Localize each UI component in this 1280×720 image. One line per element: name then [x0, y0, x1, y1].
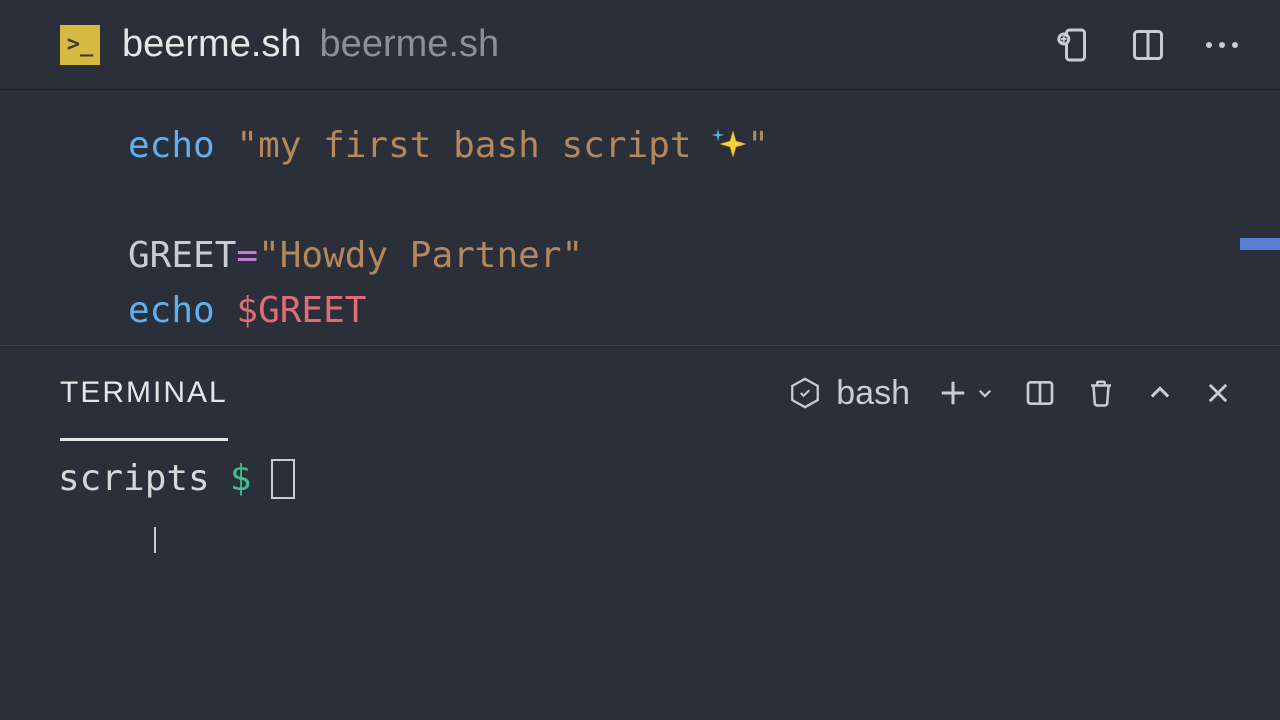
- shell-file-glyph: >_: [67, 32, 94, 57]
- shell-file-icon: >_: [60, 25, 100, 65]
- more-actions-icon[interactable]: [1204, 40, 1240, 50]
- minimap-highlight: [1240, 238, 1280, 250]
- terminal-tab[interactable]: TERMINAL: [60, 368, 228, 441]
- shell-selector[interactable]: bash: [788, 374, 910, 413]
- prompt-cwd: scripts: [58, 458, 210, 499]
- editor-tabbar: >_ beerme.sh beerme.sh: [0, 0, 1280, 90]
- variable-expansion: $GREET: [236, 290, 366, 331]
- echo-keyword: echo: [128, 125, 215, 166]
- run-on-device-icon[interactable]: [1056, 27, 1092, 63]
- terminal-profile-chevron-icon[interactable]: [976, 384, 994, 402]
- assign-operator: =: [236, 235, 258, 276]
- bash-icon: [788, 376, 822, 410]
- panel-header: TERMINAL bash: [0, 345, 1280, 440]
- terminal-actions: [938, 376, 1232, 410]
- prompt-symbol: $: [230, 458, 252, 499]
- code-line-1: echo "my first bash script ": [128, 118, 1280, 173]
- text-caret: [154, 527, 156, 553]
- variable-name: GREET: [128, 235, 236, 276]
- kill-terminal-icon[interactable]: [1086, 376, 1116, 410]
- terminal-body[interactable]: scripts $: [0, 440, 1280, 553]
- echo-keyword: echo: [128, 290, 215, 331]
- maximize-panel-icon[interactable]: [1146, 379, 1174, 407]
- split-editor-icon[interactable]: [1130, 27, 1166, 63]
- editor-actions: [1056, 27, 1240, 63]
- string-literal: "my first bash script: [236, 125, 713, 166]
- string-literal: "Howdy Partner": [258, 235, 583, 276]
- active-tab-filename[interactable]: beerme.sh: [122, 23, 302, 66]
- close-panel-icon[interactable]: [1204, 379, 1232, 407]
- sparkles-emoji: [709, 126, 751, 168]
- code-line-3: GREET="Howdy Partner": [128, 228, 1280, 283]
- breadcrumb-path[interactable]: beerme.sh: [320, 23, 500, 66]
- code-line-4: echo $GREET: [128, 283, 1280, 338]
- terminal-cursor: [271, 459, 295, 499]
- terminal-prompt: scripts $: [58, 458, 1280, 499]
- code-editor[interactable]: echo "my first bash script " GREET="Howd…: [0, 90, 1280, 345]
- shell-name-label: bash: [836, 374, 910, 413]
- code-line-blank: [128, 173, 1280, 228]
- split-terminal-icon[interactable]: [1024, 377, 1056, 409]
- new-terminal-icon[interactable]: [938, 378, 968, 408]
